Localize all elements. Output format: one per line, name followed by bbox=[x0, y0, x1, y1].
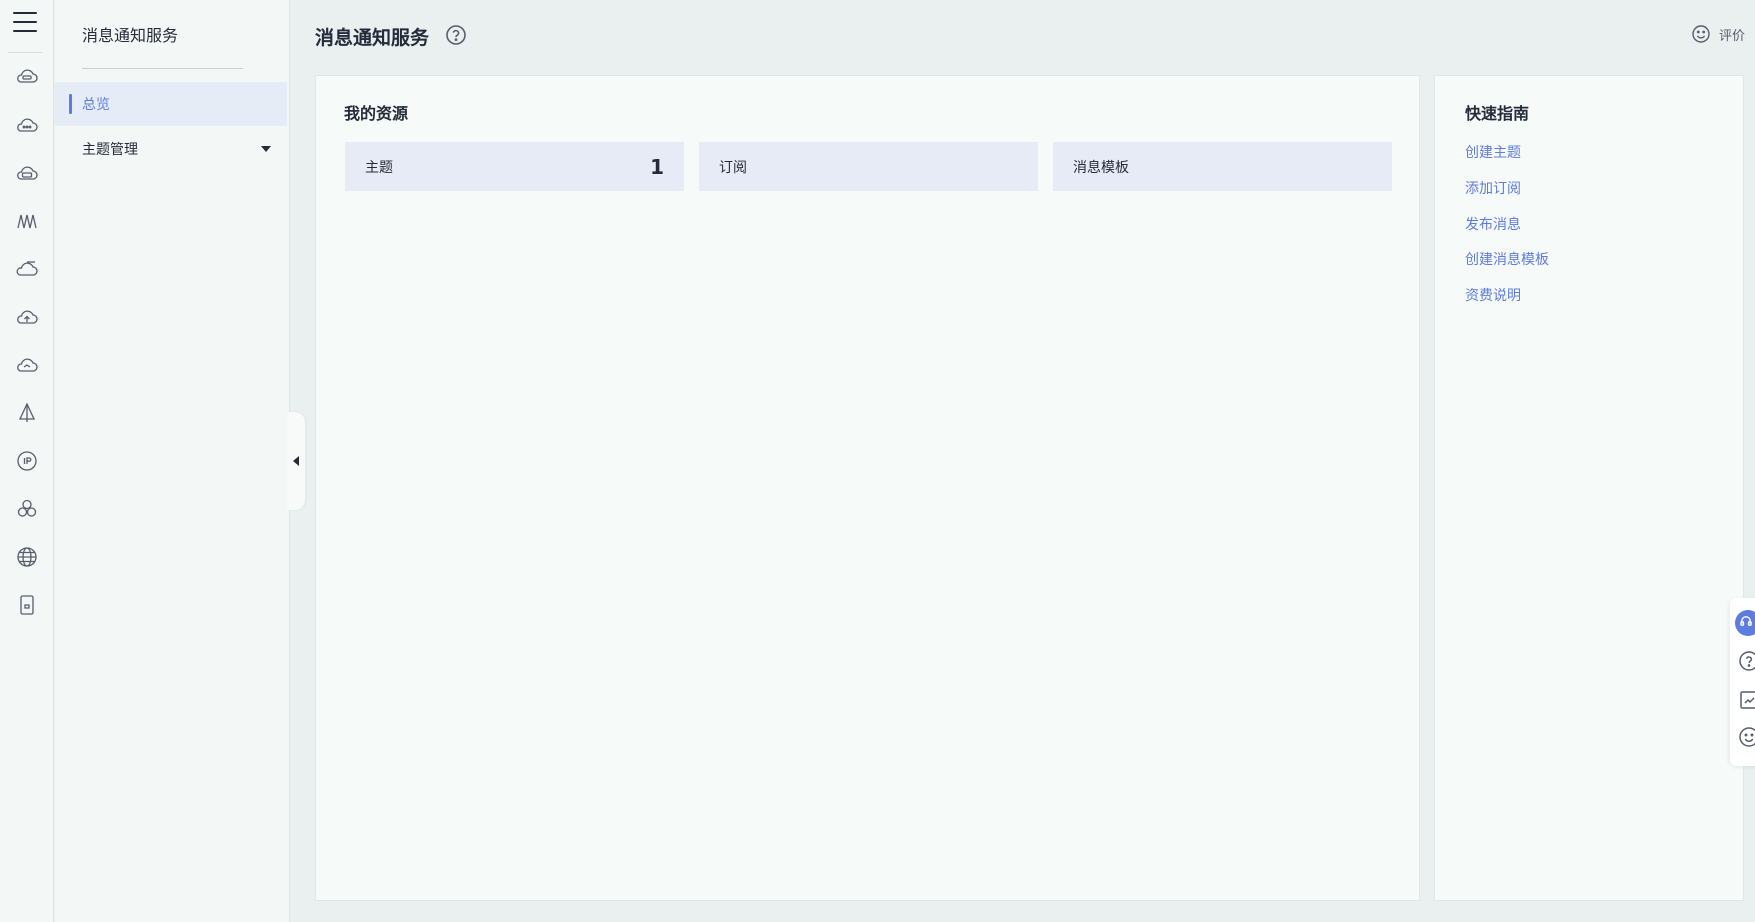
feedback-smile-icon[interactable] bbox=[1738, 726, 1755, 748]
cloud-db-icon[interactable] bbox=[14, 160, 40, 186]
sail-icon[interactable] bbox=[14, 400, 40, 426]
sidebar-title: 消息通知服务 bbox=[82, 26, 179, 45]
resource-tile-count: 1 bbox=[650, 154, 664, 179]
guide-link-create-topic[interactable]: 创建主题 bbox=[1465, 142, 1521, 162]
cloud-outline-icon[interactable] bbox=[14, 256, 40, 282]
rate-label: 评价 bbox=[1718, 28, 1745, 44]
floating-toolbar bbox=[1730, 598, 1755, 766]
sidebar-item-label: 主题管理 bbox=[82, 142, 138, 158]
guide-link-add-subscription[interactable]: 添加订阅 bbox=[1465, 178, 1521, 198]
cluster-icon[interactable] bbox=[14, 496, 40, 522]
storage-icon[interactable] bbox=[14, 592, 40, 618]
cloud-server-icon[interactable] bbox=[14, 64, 40, 90]
rail-divider bbox=[8, 52, 42, 53]
help-icon[interactable] bbox=[1738, 650, 1755, 672]
globe-icon[interactable] bbox=[14, 544, 40, 570]
guide-title: 快速指南 bbox=[1465, 104, 1530, 123]
resource-tile-label: 消息模板 bbox=[1073, 159, 1129, 176]
cloud-chat-icon[interactable] bbox=[14, 112, 40, 138]
resource-tile-templates[interactable]: 消息模板 bbox=[1053, 142, 1392, 191]
support-headset-icon[interactable] bbox=[1735, 610, 1755, 636]
service-sidebar: 消息通知服务 总览 主题管理 bbox=[55, 0, 290, 922]
help-icon[interactable] bbox=[445, 24, 467, 46]
resources-title: 我的资源 bbox=[344, 104, 409, 123]
guide-link-publish-message[interactable]: 发布消息 bbox=[1465, 214, 1521, 234]
resource-tile-label: 主题 bbox=[365, 159, 393, 176]
chevron-down-icon bbox=[261, 146, 271, 152]
sidebar-item-label: 总览 bbox=[82, 97, 110, 113]
resource-tile-subscriptions[interactable]: 订阅 bbox=[699, 142, 1038, 191]
sidebar-collapse-toggle[interactable] bbox=[287, 412, 305, 510]
my-resources-card: 我的资源 主题 1 订阅 消息模板 bbox=[315, 75, 1420, 901]
smile-icon bbox=[1692, 25, 1710, 43]
sidebar-item-overview[interactable]: 总览 bbox=[55, 82, 287, 126]
rate-button[interactable]: 评价 bbox=[1691, 24, 1745, 44]
page-title: 消息通知服务 bbox=[315, 27, 430, 49]
menu-icon[interactable] bbox=[13, 10, 37, 34]
sidebar-divider bbox=[82, 68, 243, 69]
cloud-refresh-icon[interactable] bbox=[14, 352, 40, 378]
quick-guide-card: 快速指南 创建主题 添加订阅 发布消息 创建消息模板 资费说明 bbox=[1434, 75, 1744, 901]
wave-icon[interactable] bbox=[14, 208, 40, 234]
cloud-upload-icon[interactable] bbox=[14, 304, 40, 330]
resource-tile-topics[interactable]: 主题 1 bbox=[345, 142, 684, 191]
guide-link-create-template[interactable]: 创建消息模板 bbox=[1465, 249, 1549, 269]
resource-tile-label: 订阅 bbox=[719, 159, 747, 176]
service-rail bbox=[0, 0, 54, 922]
app-root: 消息通知服务 总览 主题管理 消息通知服务 评价 我的资源 主题 1 订阅 消息… bbox=[0, 0, 1755, 922]
edit-note-icon[interactable] bbox=[1738, 689, 1755, 711]
guide-link-pricing[interactable]: 资费说明 bbox=[1465, 285, 1521, 305]
sidebar-item-topic-management[interactable]: 主题管理 bbox=[55, 127, 287, 171]
ip-icon[interactable] bbox=[14, 448, 40, 474]
